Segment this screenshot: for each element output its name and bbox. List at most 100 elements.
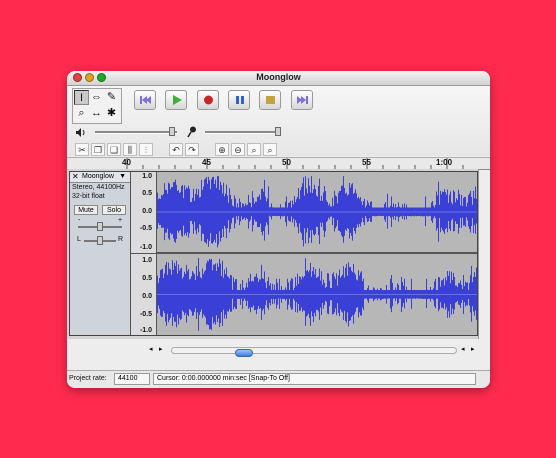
fit-project-icon: ⌕ [267, 145, 273, 155]
skip-start-icon [140, 96, 151, 104]
silence-button[interactable]: ⫶ [139, 143, 153, 156]
output-volume-control [75, 126, 185, 138]
dropdown-arrow-icon[interactable]: ▼ [119, 172, 126, 182]
zoom-tool-icon[interactable]: ⌕ [74, 106, 89, 121]
copy-button[interactable]: ❐ [91, 143, 105, 156]
zoom-out-icon: ⊖ [234, 145, 242, 155]
record-button[interactable] [197, 90, 219, 110]
timeshift-tool-icon[interactable]: ↔ [89, 106, 104, 121]
redo-button[interactable]: ↷ [185, 143, 199, 156]
gain-minus-label: - [78, 217, 81, 224]
status-bar: Project rate: 44100 Cursor: 0:00.000000 … [67, 370, 490, 388]
scroll-left-arrow-icon[interactable]: ◂ [461, 345, 465, 353]
scale-label: -1.0 [139, 327, 152, 334]
scroll-right-arrow-icon[interactable]: ▸ [159, 345, 163, 353]
microphone-icon [187, 126, 196, 138]
play-icon [173, 95, 182, 105]
skip-to-start-button[interactable] [134, 90, 156, 110]
tracks-panel: ✕ Moonglow ▼ Stereo, 44100Hz 32-bit floa… [67, 169, 479, 339]
title-bar[interactable]: Moonglow [67, 71, 490, 86]
scale-label: -1.0 [139, 244, 152, 251]
input-volume-slider[interactable] [275, 127, 282, 136]
scale-label: 0.0 [142, 208, 152, 215]
vertical-scrollbar-edge [478, 169, 479, 339]
ruler-label: 40 [122, 158, 131, 167]
pan-left-label: L [77, 236, 81, 243]
zoom-in-button[interactable]: ⊕ [215, 143, 229, 156]
window-title: Moonglow [256, 72, 301, 82]
audio-track: ✕ Moonglow ▼ Stereo, 44100Hz 32-bit floa… [69, 171, 478, 336]
scale-label: 1.0 [142, 257, 152, 264]
pause-icon [236, 96, 244, 104]
stop-button[interactable] [259, 90, 281, 110]
selection-tool-icon[interactable]: I [74, 90, 89, 105]
silence-icon: ⫶ [144, 145, 148, 155]
skip-to-end-button[interactable] [291, 90, 313, 110]
edit-toolbar: ✂ ❐ ❏ ⫼ ⫶ ↶ ↷ ⊕ ⊖ ⌕ ⌕ [75, 143, 325, 157]
right-channel-waveform[interactable] [157, 254, 477, 335]
cut-icon: ✂ [78, 145, 86, 155]
redo-icon: ↷ [188, 145, 196, 155]
scale-label: -0.5 [139, 311, 152, 318]
pan-slider[interactable] [97, 236, 103, 245]
gain-plus-label: + [118, 217, 123, 224]
track-bit-depth: 32-bit float [72, 193, 105, 200]
track-format: Stereo, 44100Hz [72, 184, 125, 191]
input-volume-track[interactable] [205, 131, 281, 134]
fit-project-button[interactable]: ⌕ [263, 143, 277, 156]
scale-label: 1.0 [142, 173, 152, 180]
pan-right-label: R [118, 236, 124, 243]
track-control-panel: ✕ Moonglow ▼ Stereo, 44100Hz 32-bit floa… [70, 172, 131, 335]
skip-end-icon [297, 96, 308, 104]
scroll-right-arrow-icon[interactable]: ▸ [471, 345, 475, 353]
multi-tool-icon[interactable]: ✱ [104, 106, 119, 121]
cut-button[interactable]: ✂ [75, 143, 89, 156]
left-channel-waveform[interactable] [157, 172, 477, 252]
stop-icon [266, 96, 275, 104]
track-close-icon[interactable]: ✕ [72, 172, 79, 182]
zoom-out-button[interactable]: ⊖ [231, 143, 245, 156]
draw-tool-icon[interactable]: ✎ [104, 90, 119, 105]
output-volume-track[interactable] [95, 131, 177, 134]
horizontal-scrollbar[interactable]: ◂ ▸ ◂ ▸ [149, 345, 480, 357]
output-volume-slider[interactable] [169, 127, 176, 136]
tools-palette: I ⇔ ✎ ⌕ ↔ ✱ [72, 88, 122, 124]
toolbar: I ⇔ ✎ ⌕ ↔ ✱ ✂ ❐ ❏ ⫼ ⫶ ↶ ↷ ⊕ ⊖ ⌕ ⌕ [67, 86, 490, 156]
trim-icon: ⫼ [127, 145, 133, 155]
scale-label: -0.5 [139, 225, 152, 232]
amplitude-scale: 1.0 0.5 0.0 -0.5 -1.0 1.0 0.5 0.0 -0.5 -… [131, 172, 157, 335]
fit-selection-button[interactable]: ⌕ [247, 143, 261, 156]
copy-icon: ❐ [93, 145, 103, 155]
scroll-track[interactable] [171, 347, 457, 357]
track-header: ✕ Moonglow ▼ [70, 172, 130, 183]
solo-button[interactable]: Solo [102, 205, 126, 215]
audacity-window: Moonglow I ⇔ ✎ ⌕ ↔ ✱ ✂ ❐ ❏ ⫼ ⫶ ↶ ↷ ⊕ ⊖ ⌕… [67, 71, 490, 388]
cursor-status: Cursor: 0:00.000000 min:sec [Snap-To Off… [153, 373, 476, 385]
ruler-label: 1:00 [436, 158, 453, 167]
trim-button[interactable]: ⫼ [123, 143, 137, 156]
waveform-left [157, 176, 477, 248]
input-volume-control [187, 126, 287, 138]
play-button[interactable] [165, 90, 187, 110]
channel-divider [131, 253, 156, 254]
mute-button[interactable]: Mute [74, 205, 98, 215]
zoom-in-icon: ⊕ [218, 145, 226, 155]
ruler-label: 55 [362, 158, 371, 167]
envelope-tool-icon[interactable]: ⇔ [89, 90, 104, 105]
gain-slider[interactable] [97, 222, 103, 231]
paste-icon: ❏ [109, 145, 119, 155]
track-name-menu[interactable]: Moonglow [82, 172, 114, 182]
ruler-label: 50 [282, 158, 291, 167]
project-rate-field[interactable]: 44100 [114, 373, 150, 385]
undo-icon: ↶ [172, 145, 180, 155]
scale-label: 0.0 [142, 293, 152, 300]
pause-button[interactable] [228, 90, 250, 110]
paste-button[interactable]: ❏ [107, 143, 121, 156]
scale-label: 0.5 [142, 275, 152, 282]
speaker-icon [76, 128, 85, 137]
scroll-thumb[interactable] [235, 349, 253, 357]
record-icon [204, 95, 213, 105]
scroll-left-arrow-icon[interactable]: ◂ [149, 345, 153, 353]
scale-label: 0.5 [142, 190, 152, 197]
undo-button[interactable]: ↶ [169, 143, 183, 156]
